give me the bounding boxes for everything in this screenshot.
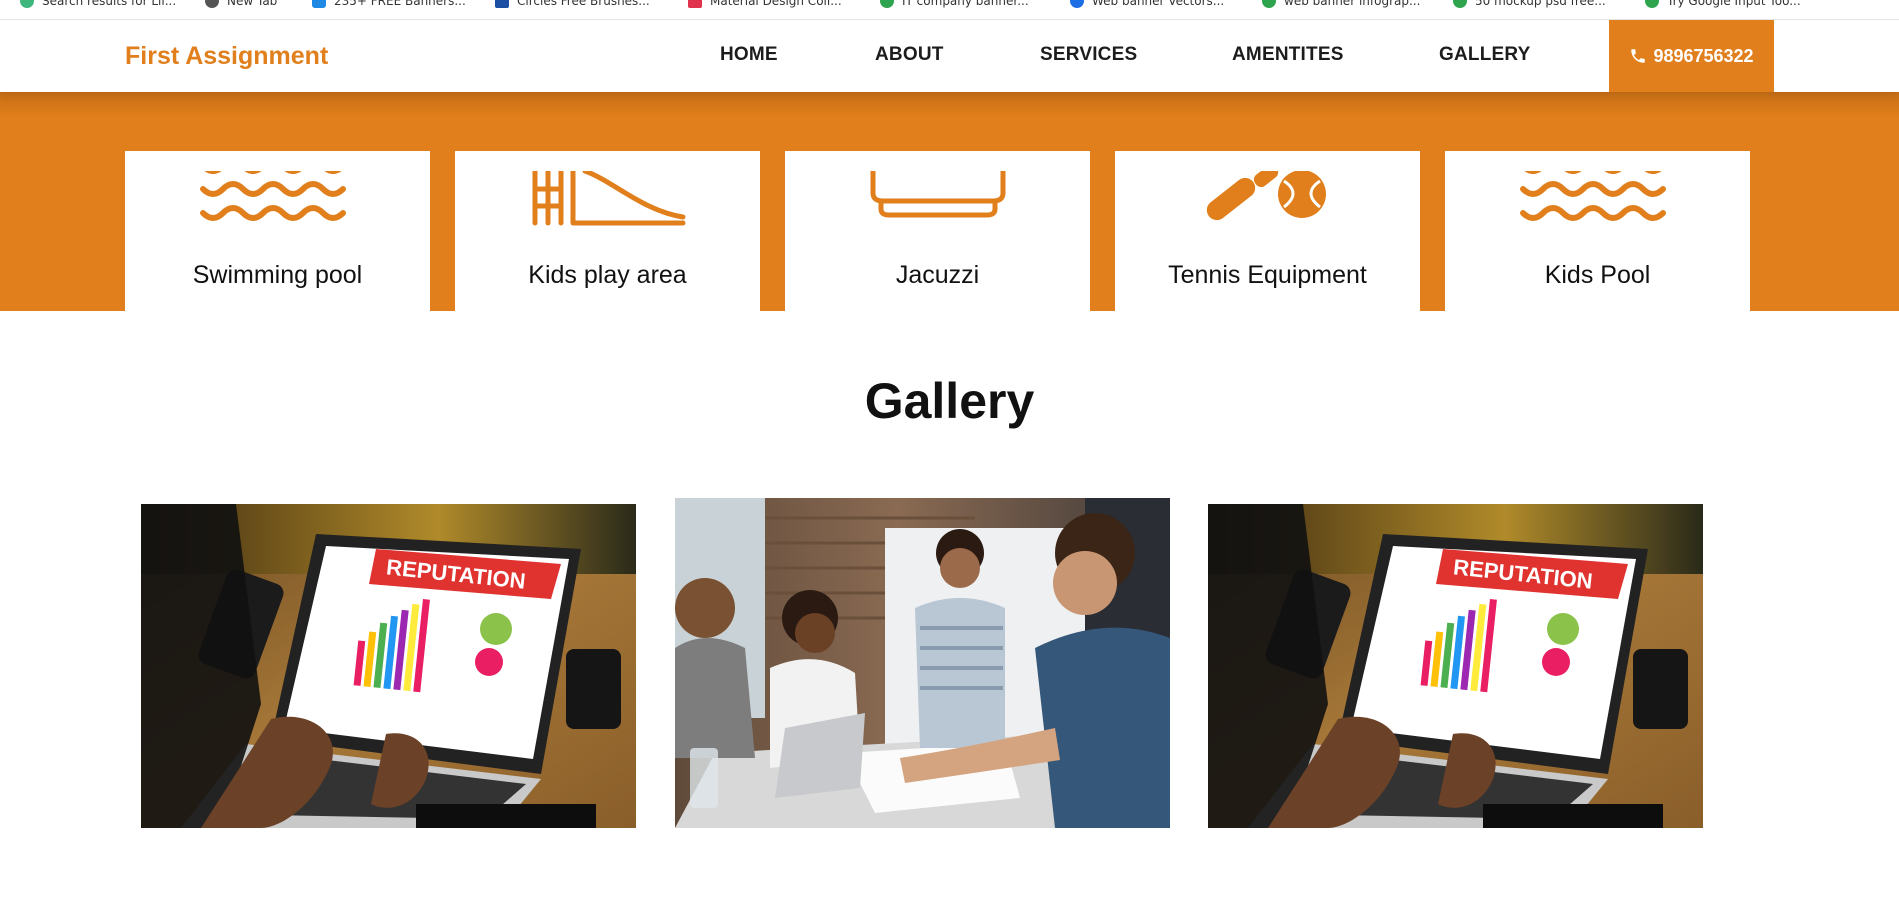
- laptop-photo: REPUTATION: [1208, 504, 1703, 828]
- bookmark-label: Material Design Coll...: [710, 0, 842, 8]
- phone-button[interactable]: 9896756322: [1609, 20, 1774, 92]
- nav-services[interactable]: SERVICES: [1040, 44, 1137, 66]
- meeting-photo: [675, 498, 1170, 828]
- phone-number: 9896756322: [1653, 45, 1754, 66]
- nav-gallery[interactable]: GALLERY: [1439, 44, 1530, 66]
- bookmark-item[interactable]: 235+ FREE Banners...: [312, 0, 466, 9]
- bookmark-item[interactable]: New Tab: [205, 0, 277, 9]
- bookmark-item[interactable]: Circles Free Brushes...: [495, 0, 650, 9]
- slide-icon: [532, 171, 685, 226]
- favicon-icon: [1262, 0, 1276, 8]
- bookmark-label: Search results for Lil...: [42, 0, 177, 8]
- amenities-section: Swimming pool Kids play area Jacuzzi Ten…: [0, 91, 1899, 338]
- bookmark-item[interactable]: 50 mockup psd free...: [1453, 0, 1606, 9]
- laptop-photo: REPUTATION: [141, 504, 636, 828]
- bookmarks-bar: Search results for Lil... New Tab 235+ F…: [0, 0, 1899, 20]
- bookmark-label: 235+ FREE Banners...: [334, 0, 466, 8]
- navbar: First Assignment HOME ABOUT SERVICES AME…: [0, 20, 1899, 92]
- nav-home[interactable]: HOME: [720, 44, 778, 66]
- tennis-icon: [1206, 171, 1326, 221]
- amenity-label: Swimming pool: [192, 261, 363, 289]
- bookmark-label: Web banner Vectors...: [1092, 0, 1225, 8]
- nav-about[interactable]: ABOUT: [875, 44, 944, 66]
- favicon-icon: [1070, 0, 1084, 8]
- phone-icon: [1631, 49, 1646, 63]
- amenity-label: Kids play area: [528, 261, 687, 289]
- bookmark-label: IT company banner...: [902, 0, 1029, 8]
- bookmark-label: 50 mockup psd free...: [1475, 0, 1606, 8]
- amenity-card: Swimming pool: [125, 151, 430, 338]
- gallery-title: Gallery: [864, 373, 1035, 429]
- bookmark-item[interactable]: Try Google Input Too...: [1645, 0, 1801, 9]
- jacuzzi-icon: [870, 171, 1005, 218]
- bookmark-item[interactable]: IT company banner...: [880, 0, 1029, 9]
- amenity-label: Jacuzzi: [895, 261, 980, 289]
- bookmark-label: Try Google Input Too...: [1667, 0, 1801, 8]
- favicon-icon: [495, 0, 509, 8]
- bookmark-item[interactable]: Web banner Vectors...: [1070, 0, 1224, 9]
- bookmark-item[interactable]: Search results for Lil...: [20, 0, 176, 9]
- gallery-image-laptop[interactable]: REPUTATION: [141, 504, 636, 828]
- waves-icon: [1519, 171, 1666, 221]
- favicon-icon: [20, 0, 34, 8]
- bookmark-item[interactable]: Material Design Coll...: [688, 0, 842, 9]
- amenity-card: Jacuzzi: [785, 151, 1090, 338]
- brand-logo[interactable]: First Assignment: [125, 42, 328, 71]
- gallery-image-laptop[interactable]: REPUTATION: [1208, 504, 1703, 828]
- amenity-card: Kids Pool: [1445, 151, 1750, 338]
- amenity-label: Tennis Equipment: [1168, 261, 1367, 289]
- favicon-icon: [688, 0, 702, 8]
- waves-icon: [199, 171, 346, 221]
- bookmark-label: New Tab: [227, 0, 278, 8]
- amenity-label: Kids Pool: [1544, 261, 1651, 289]
- bookmark-label: Circles Free Brushes...: [517, 0, 650, 8]
- nav-amenities[interactable]: AMENTITES: [1232, 44, 1344, 66]
- favicon-icon: [312, 0, 326, 8]
- amenity-card: Tennis Equipment: [1115, 151, 1420, 338]
- favicon-icon: [880, 0, 894, 8]
- gallery-image-meeting[interactable]: [675, 498, 1170, 828]
- bookmark-item[interactable]: web banner infograp...: [1262, 0, 1420, 9]
- bookmark-label: web banner infograp...: [1284, 0, 1421, 8]
- favicon-icon: [1453, 0, 1467, 8]
- favicon-icon: [205, 0, 219, 8]
- amenity-card: Kids play area: [455, 151, 760, 338]
- favicon-icon: [1645, 0, 1659, 8]
